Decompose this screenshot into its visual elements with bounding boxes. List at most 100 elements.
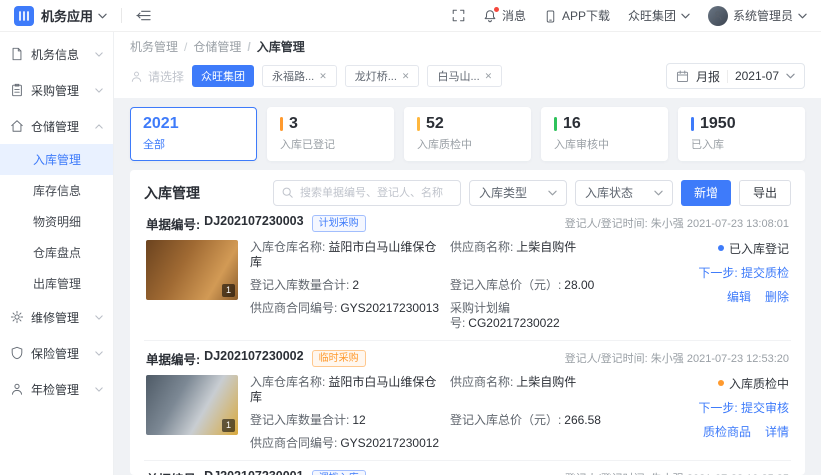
record-actions: 编辑 删除 [727, 288, 789, 305]
inbound-panel: 入库管理 入库类型 入库状态 新增 [130, 170, 805, 475]
status-badge: 已入库登记 [718, 240, 789, 257]
close-icon[interactable]: ✕ [402, 72, 410, 81]
detail-link[interactable]: 详情 [765, 423, 789, 440]
sidebar-item-maintenance[interactable]: 维修管理 [0, 299, 113, 335]
sidebar-subitem-inbound[interactable]: 入库管理 [0, 144, 113, 175]
menu-fold-icon[interactable] [136, 8, 151, 23]
sidebar-subitem-outbound[interactable]: 出库管理 [0, 268, 113, 299]
breadcrumb-item[interactable]: 机务管理 [130, 38, 178, 55]
status-badge: 入库质检中 [718, 375, 789, 392]
shield-icon [10, 346, 24, 360]
record-meta: 登记人/登记时间: 朱小强 2021-07-23 12:53:20 [565, 350, 789, 366]
sidebar-item-annual-inspection[interactable]: 年检管理 [0, 371, 113, 407]
top-bar: 机务应用 消息 APP下载 众旺集团 系统管理员 [0, 0, 821, 32]
filter-tag-label: 龙灯桥... [355, 68, 397, 84]
status-text: 入库质检中 [729, 375, 789, 392]
record-thumbnail[interactable]: 1 [146, 240, 238, 300]
stat-card-inspecting[interactable]: 52 入库质检中 [404, 107, 531, 161]
record-fields: 入库仓库名称:益阳市白马山维保仓库 供应商名称:上柴自购件 登记入库数量合计:2… [250, 240, 599, 331]
messages-button[interactable]: 消息 [483, 7, 526, 24]
sidebar-item-label: 保险管理 [31, 345, 79, 362]
next-step-link[interactable]: 下一步: 提交审核 [698, 399, 789, 416]
sidebar-subitem-material-detail[interactable]: 物资明细 [0, 206, 113, 237]
status-dot [718, 245, 724, 251]
filter-tag-label: 永福路... [272, 68, 314, 84]
next-step-link[interactable]: 下一步: 提交质检 [698, 264, 789, 281]
chevron-down-icon [786, 73, 795, 79]
sidebar-subitem-inventory[interactable]: 库存信息 [0, 175, 113, 206]
report-period-picker[interactable]: 月报 2021-07 [666, 63, 805, 89]
inspect-goods-link[interactable]: 质检商品 [703, 423, 751, 440]
record-actions: 质检商品 详情 [703, 423, 789, 440]
search-input[interactable] [273, 180, 461, 206]
fullscreen-icon[interactable] [452, 9, 465, 22]
app-switcher[interactable]: 机务应用 [41, 6, 107, 25]
field-value: 12 [352, 413, 365, 427]
stat-value: 3 [289, 115, 298, 133]
notification-dot [494, 7, 499, 12]
app-download-button[interactable]: APP下载 [544, 7, 610, 24]
status-dot [718, 380, 724, 386]
stat-card-registered[interactable]: 3 入库已登记 [267, 107, 394, 161]
sidebar-subitem-label: 仓库盘点 [33, 244, 81, 261]
filter-tag[interactable]: 白马山... ✕ [427, 65, 502, 87]
sidebar-item-label: 机务信息 [31, 46, 79, 63]
inbound-type-select[interactable]: 入库类型 [469, 180, 567, 206]
sidebar-subitem-stocktake[interactable]: 仓库盘点 [0, 237, 113, 268]
delete-link[interactable]: 删除 [765, 288, 789, 305]
field-label: 入库仓库名称: [250, 240, 325, 254]
breadcrumb: 机务管理 仓储管理 入库管理 [130, 38, 805, 55]
inbound-status-select[interactable]: 入库状态 [575, 180, 673, 206]
doc-number-value: DJ202107230003 [204, 214, 303, 233]
field-label: 登记入库数量合计: [250, 413, 349, 427]
edit-link[interactable]: 编辑 [727, 288, 751, 305]
sidebar-item-purchase[interactable]: 采购管理 [0, 72, 113, 108]
org-picker[interactable]: 请选择 [130, 68, 184, 85]
inbound-status-label: 入库状态 [585, 184, 633, 201]
app-download-label: APP下载 [562, 7, 610, 24]
search-icon [281, 186, 294, 199]
divider [121, 8, 122, 23]
add-button[interactable]: 新增 [681, 180, 731, 206]
stat-card-auditing[interactable]: 16 入库审核中 [541, 107, 668, 161]
user-name: 系统管理员 [733, 7, 793, 24]
app-logo-icon [14, 6, 34, 26]
org-picker-icon [130, 69, 143, 83]
home-icon [10, 119, 24, 133]
image-count-badge: 1 [222, 284, 235, 297]
close-icon[interactable]: ✕ [485, 72, 493, 81]
filter-tag[interactable]: 永福路... ✕ [262, 65, 337, 87]
filter-tag-active[interactable]: 众旺集团 [192, 65, 254, 87]
org-switcher[interactable]: 众旺集团 [628, 7, 690, 24]
field-label: 入库仓库名称: [250, 375, 325, 389]
chevron-down-icon [798, 13, 807, 19]
chevron-down-icon [681, 13, 690, 19]
sidebar-item-machine-info[interactable]: 机务信息 [0, 36, 113, 72]
record-meta: 登记人/登记时间: 朱小强 2021-07-23 13:08:01 [565, 215, 789, 231]
doc-number-label: 单据编号: [146, 469, 200, 475]
stat-card-all[interactable]: 2021 全部 [130, 107, 257, 161]
record-type-tag: 调拨入库 [312, 470, 366, 475]
chevron-up-icon [95, 124, 103, 129]
export-button[interactable]: 导出 [739, 180, 791, 206]
record-thumbnail[interactable]: 1 [146, 375, 238, 435]
doc-number-label: 单据编号: [146, 349, 200, 368]
stat-label: 全部 [143, 136, 244, 152]
stat-value: 16 [563, 115, 581, 133]
chevron-down-icon [95, 351, 103, 356]
report-type-label: 月报 [696, 68, 720, 85]
stat-card-stored[interactable]: 1950 已入库 [678, 107, 805, 161]
sidebar-item-warehouse[interactable]: 仓储管理 [0, 108, 113, 144]
breadcrumb-current: 入库管理 [241, 38, 304, 55]
divider [727, 70, 728, 83]
org-name: 众旺集团 [628, 7, 676, 24]
filter-tag[interactable]: 龙灯桥... ✕ [345, 65, 420, 87]
sidebar-item-insurance[interactable]: 保险管理 [0, 335, 113, 371]
chevron-down-icon [548, 190, 557, 196]
stat-accent-bar [280, 117, 283, 131]
close-icon[interactable]: ✕ [319, 72, 327, 81]
breadcrumb-item[interactable]: 仓储管理 [178, 38, 241, 55]
user-menu[interactable]: 系统管理员 [708, 6, 807, 26]
field-value: CG20217230022 [468, 316, 559, 330]
stat-value: 2021 [143, 115, 244, 133]
